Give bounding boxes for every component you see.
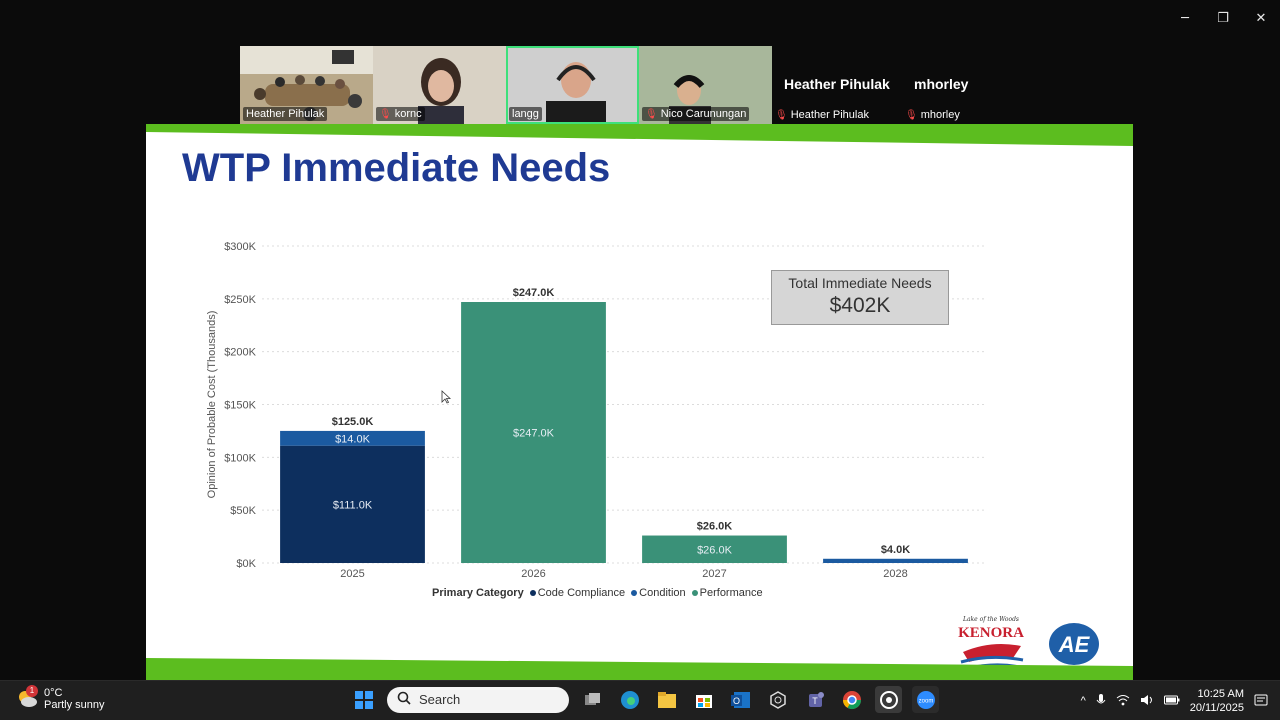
svg-text:zoom: zoom (918, 698, 933, 704)
volume-icon[interactable] (1140, 694, 1154, 709)
zoom-app-icon[interactable]: zoom (912, 686, 939, 713)
search-placeholder: Search (419, 692, 461, 707)
bar-total-label: $26.0K (697, 521, 733, 533)
taskbar-apps: Search O T zoom (350, 686, 939, 713)
legend-item: Code Compliance (529, 587, 625, 599)
participant-name: kornc (394, 108, 422, 120)
taskbar-search[interactable]: Search (387, 686, 569, 713)
svg-text:AE: AE (1058, 632, 1091, 657)
window-controls: ─ ❐ ✕ (1166, 0, 1280, 36)
outlook-icon[interactable]: O (727, 686, 754, 713)
x-tick-label: 2028 (883, 568, 907, 580)
partly-sunny-icon: 1 (16, 685, 38, 709)
y-tick-label: $250K (224, 294, 256, 306)
task-view-icon[interactable] (579, 686, 606, 713)
mic-muted-icon: 🎙 (775, 109, 788, 121)
zoom-window: ─ ❐ ✕ Heather Pihulak 🎙 kornc langg 🎙 Ni… (0, 0, 1280, 680)
svg-text:O: O (732, 696, 739, 706)
mic-muted-icon: 🎙 (379, 108, 392, 120)
slide-title: WTP Immediate Needs (182, 146, 611, 190)
y-tick-label: $300K (224, 241, 256, 253)
legend-title: Primary Category (432, 587, 524, 599)
total-callout: Total Immediate Needs $402K (771, 270, 949, 325)
participant-tile[interactable]: 🎙 Nico Carunungan (639, 46, 772, 124)
hexagon-app-icon[interactable] (764, 686, 791, 713)
y-tick-label: $200K (224, 347, 256, 359)
participant-name: langg (512, 108, 539, 120)
shared-slide: WTP Immediate Needs $0K $50K $100K $150K $20… (146, 124, 1133, 680)
x-tick-label: 2025 (340, 568, 364, 580)
participant-strip: Heather Pihulak 🎙 kornc langg 🎙 Nico Car… (240, 46, 1032, 124)
svg-text:T: T (812, 696, 818, 706)
bar-segment-label: $111.0K (333, 499, 373, 511)
y-tick-label: $150K (224, 400, 256, 412)
chevron-up-icon[interactable]: ^ (1081, 695, 1086, 707)
clock-date: 20/11/2025 (1189, 702, 1244, 714)
y-tick-label: $0K (236, 558, 256, 570)
x-tick-label: 2027 (702, 568, 726, 580)
clock[interactable]: 10:25 AM 20/11/2025 (1190, 687, 1244, 715)
teams-icon[interactable]: T (801, 686, 828, 713)
mic-muted-icon: 🎙 (905, 109, 918, 121)
participant-display-name: Heather Pihulak (784, 76, 890, 92)
participant-tile[interactable]: 🎙 kornc (373, 46, 506, 124)
y-tick-label: $100K (224, 452, 256, 464)
clock-time: 10:25 AM (1197, 688, 1244, 700)
bar-segment (823, 558, 968, 563)
battery-icon[interactable] (1163, 695, 1180, 708)
mic-muted-icon: 🎙 (645, 108, 658, 120)
legend-item: Performance (691, 587, 763, 599)
svg-text:KENORA: KENORA (958, 625, 1024, 641)
restore-button[interactable]: ❐ (1204, 0, 1242, 36)
bar-segment-label: $247.0K (513, 428, 555, 440)
slide-bottom-band (146, 658, 1133, 680)
participant-tile-no-video[interactable]: mhorley 🎙 mhorley (902, 46, 1032, 124)
windows-start-icon[interactable] (350, 686, 377, 713)
system-tray: ^ 10:25 AM 20/11/2025 (1081, 687, 1268, 715)
microphone-icon[interactable] (1096, 693, 1106, 710)
participant-name: Heather Pihulak (246, 108, 325, 120)
y-tick-label: $50K (230, 505, 256, 517)
weather-temp: 0°C (44, 687, 63, 699)
chart-legend: Primary Category Code Compliance Conditi… (432, 587, 763, 599)
total-label: Total Immediate Needs (788, 275, 932, 291)
participant-tile[interactable]: Heather Pihulak (240, 46, 373, 124)
svg-text:Lake of the Woods: Lake of the Woods (962, 616, 1019, 623)
legend-item: Condition (631, 587, 686, 599)
bar-total-label: $125.0K (332, 416, 374, 428)
edge-browser-icon[interactable] (616, 686, 643, 713)
participant-display-name: mhorley (914, 76, 969, 92)
participant-tile-active-speaker[interactable]: langg (506, 46, 639, 124)
weather-widget[interactable]: 1 0°C Partly sunny (16, 685, 105, 711)
search-icon (397, 691, 411, 708)
slide-top-band (146, 124, 1133, 146)
bar-segment-label: $14.0K (335, 433, 371, 445)
notifications-icon[interactable] (1254, 693, 1268, 710)
participant-name: Nico Carunungan (660, 108, 747, 120)
file-explorer-icon[interactable] (653, 686, 680, 713)
participant-name: mhorley (920, 109, 960, 121)
bar-segment-label: $26.0K (697, 544, 733, 556)
participant-name: Heather Pihulak (790, 109, 869, 121)
chrome-icon[interactable] (838, 686, 865, 713)
mouse-cursor-icon (441, 390, 451, 404)
store-icon[interactable] (690, 686, 717, 713)
y-axis-label: Opinion of Probable Cost (Thousands) (206, 311, 218, 499)
x-tick-label: 2026 (521, 568, 545, 580)
bar-total-label: $247.0K (513, 287, 555, 299)
total-value: $402K (829, 294, 891, 317)
weather-desc: Partly sunny (44, 699, 105, 711)
wifi-icon[interactable] (1116, 694, 1130, 709)
bar-total-label: $4.0K (881, 544, 910, 556)
taskbar: 1 0°C Partly sunny Search O T zoom ^ 10:… (0, 680, 1280, 720)
notification-badge: 1 (26, 685, 38, 697)
close-button[interactable]: ✕ (1242, 0, 1280, 36)
participant-tile-no-video[interactable]: Heather Pihulak 🎙 Heather Pihulak (772, 46, 902, 124)
minimize-button[interactable]: ─ (1166, 0, 1204, 36)
app-icon-active[interactable] (875, 686, 902, 713)
